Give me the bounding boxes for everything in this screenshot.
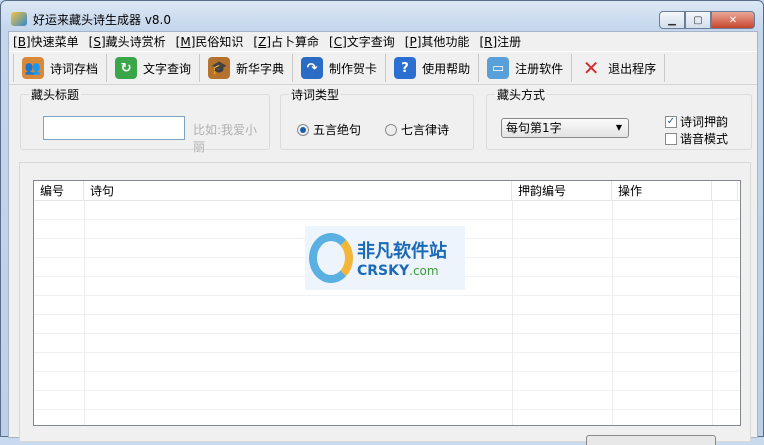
col-rhyme[interactable]: 押韵编号	[512, 181, 612, 200]
refresh-document-icon: ↻	[115, 57, 138, 79]
close-button[interactable]: ✕	[711, 11, 755, 29]
users-icon: 👥	[22, 57, 44, 79]
radio-wuyan[interactable]: 五言绝句	[297, 121, 361, 138]
group-label: 诗词类型	[289, 86, 342, 103]
menu-item-s[interactable]: [S]藏头诗赏析	[89, 33, 166, 50]
toolbar-label: 文字查询	[143, 61, 192, 76]
rhyme-checkbox[interactable]: ✓ 诗词押韵	[665, 113, 728, 130]
redo-arrow-icon: ↷	[301, 57, 324, 79]
toolbar-label: 使用帮助	[422, 61, 471, 76]
col-verse[interactable]: 诗句	[84, 181, 512, 200]
title-bar: 好运来藏头诗生成器 v8.0	[11, 9, 171, 29]
title-group: 藏头标题 比如:我爱小丽	[20, 86, 270, 154]
maximize-button[interactable]: ▢	[685, 11, 711, 29]
app-window: 好运来藏头诗生成器 v8.0 ▁ ▢ ✕ [B]快速菜单 [S]藏头诗赏析 [M]民…	[0, 0, 764, 445]
menu-item-b[interactable]: [B]快速菜单	[13, 33, 79, 50]
toolbar-label: 注册软件	[515, 61, 564, 76]
toolbar-button-2[interactable]: 🎓 新华字典	[199, 54, 292, 82]
minimize-button[interactable]: ▁	[659, 11, 685, 29]
monitor-icon: ▭	[487, 57, 510, 79]
menu-item-p[interactable]: [P]其他功能	[405, 33, 470, 50]
toolbar: 👥 诗词存档 ↻ 文字查询 🎓 新华字典 ↷ 制作贺卡? 使用帮助 ▭ 注册软件 ✕ 退出程序	[9, 51, 757, 85]
help-icon: ?	[394, 57, 417, 79]
mode-select[interactable]: 每句第1字 ▼	[501, 118, 629, 138]
toolbar-button-1[interactable]: ↻ 文字查询	[106, 54, 199, 82]
mode-group: 藏头方式 每句第1字 ▼ ✓ 诗词押韵 谐音模式	[486, 86, 752, 150]
menu-item-m[interactable]: [M]民俗知识	[176, 33, 244, 50]
menu-item-c[interactable]: [C]文字查询	[329, 33, 395, 50]
group-label: 藏头标题	[29, 86, 82, 103]
watermark-logo: 非凡软件站 CRSKY.com	[305, 226, 465, 290]
toolbar-button-0[interactable]: 👥 诗词存档	[13, 54, 106, 82]
window-title: 好运来藏头诗生成器 v8.0	[33, 12, 172, 27]
toolbar-button-5[interactable]: ▭ 注册软件	[478, 54, 571, 82]
toolbar-button-3[interactable]: ↷ 制作贺卡	[292, 54, 385, 82]
toolbar-label: 退出程序	[608, 61, 657, 76]
close-x-icon: ✕	[582, 56, 600, 80]
app-icon	[11, 12, 27, 26]
chevron-down-icon: ▼	[615, 123, 622, 132]
toolbar-label: 诗词存档	[50, 61, 99, 76]
menu-item-r[interactable]: [R]注册	[479, 33, 521, 50]
title-input[interactable]	[43, 116, 185, 140]
grid-header: 编号 诗句 押韵编号 操作	[34, 181, 740, 201]
results-panel: 编号 诗句 押韵编号 操作 非凡软件站 CRSKY.com	[19, 162, 751, 442]
results-grid[interactable]: 编号 诗句 押韵编号 操作 非凡软件站 CRSKY.com	[33, 180, 741, 426]
type-group: 诗词类型 五言绝句 七言律诗	[280, 86, 474, 150]
radio-qiyan[interactable]: 七言律诗	[385, 121, 449, 138]
menu-bar: [B]快速菜单 [S]藏头诗赏析 [M]民俗知识 [Z]占卜算命 [C]文字查询 [P]其…	[9, 32, 757, 51]
group-label: 藏头方式	[495, 86, 548, 103]
toolbar-label: 新华字典	[236, 61, 285, 76]
homophone-checkbox[interactable]: 谐音模式	[665, 130, 728, 147]
col-id[interactable]: 编号	[34, 181, 84, 200]
title-hint: 比如:我爱小丽	[193, 123, 258, 154]
toolbar-button-4[interactable]: ? 使用帮助	[385, 54, 478, 82]
menu-item-z[interactable]: [Z]占卜算命	[253, 33, 319, 50]
toolbar-button-6[interactable]: ✕ 退出程序	[571, 54, 666, 82]
graduate-icon: 🎓	[208, 57, 231, 79]
toolbar-label: 制作贺卡	[329, 61, 378, 76]
col-action[interactable]: 操作	[612, 181, 712, 200]
col-blank	[712, 181, 738, 200]
